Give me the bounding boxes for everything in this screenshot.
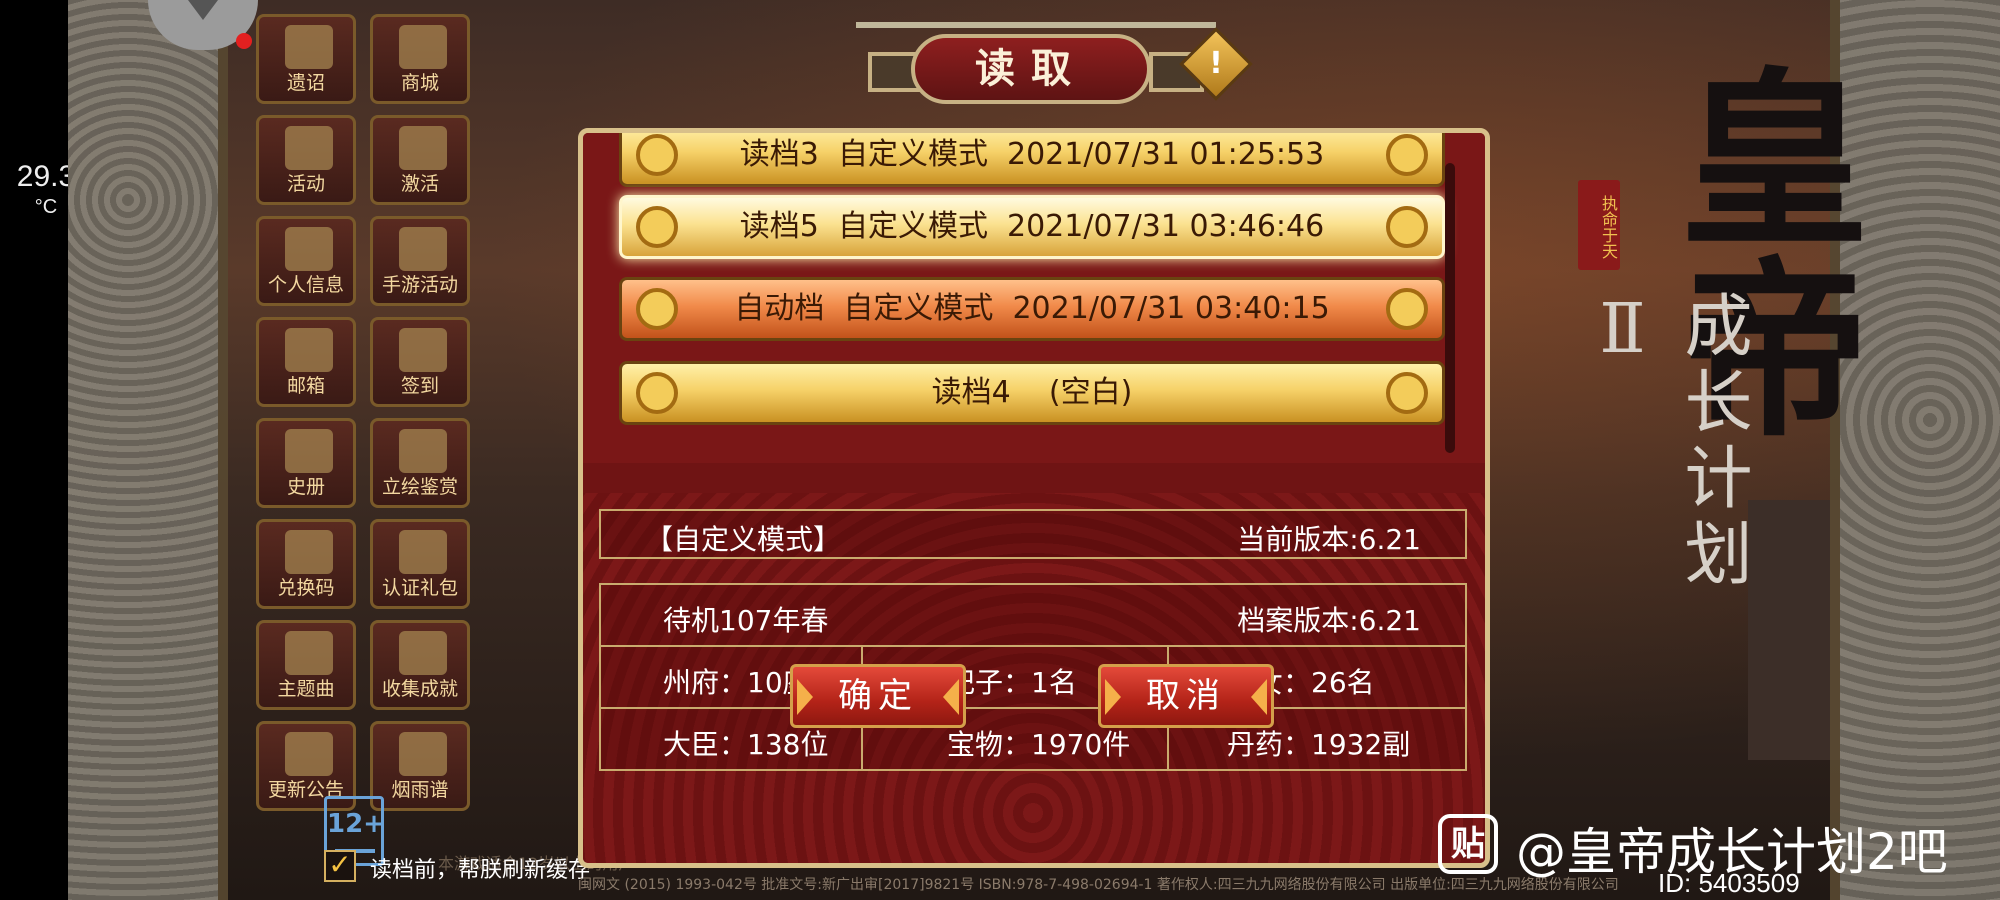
scroll-curl-icon — [636, 372, 678, 414]
menu-button-8[interactable]: 史册 — [256, 418, 356, 508]
status-strip: 29.3 °C — [0, 0, 75, 900]
save-slot-label: 读档3 自定义模式 2021/07/31 01:25:53 — [739, 137, 1325, 172]
logo-seal: 执命于天 — [1578, 180, 1620, 270]
menu-button-9[interactable]: 立绘鉴赏 — [370, 418, 470, 508]
update-icon — [285, 732, 333, 776]
stats-row-2: 大臣：138位 宝物：1970件 丹药：1932副 — [601, 709, 1465, 771]
save-version: 档案版本:6.21 — [1237, 604, 1421, 637]
save-info-panel: 【自定义模式】 当前版本:6.21 待机107年春 档案版本:6.21 州府：1… — [583, 493, 1485, 863]
save-mode: 【自定义模式】 — [645, 523, 842, 556]
menu-button-15[interactable]: 烟雨谱 — [370, 721, 470, 811]
stat-consorts: 妃子：1名 — [947, 666, 1077, 699]
scroll-curl-icon — [1386, 134, 1428, 176]
save-slot-list[interactable]: 读档3 自定义模式 2021/07/31 01:25:53 读档5 自定义模式 2… — [583, 133, 1485, 463]
palace-icon — [399, 25, 447, 69]
left-dragon-panel — [68, 0, 228, 900]
menu-button-10[interactable]: 兑换码 — [256, 519, 356, 609]
menu-button-1[interactable]: 商城 — [370, 14, 470, 104]
save-slot-label: 读档4 (空白) — [931, 375, 1133, 410]
stats-row-1: 州府：10座 妃子：1名 子女：26名 — [601, 647, 1465, 709]
scroll-curl-icon — [1386, 288, 1428, 330]
music-icon — [285, 631, 333, 675]
confirm-button[interactable]: 确定 — [790, 664, 966, 728]
menu-button-11[interactable]: 认证礼包 — [370, 519, 470, 609]
tieba-logo-icon: 贴 — [1438, 814, 1498, 874]
title-bar-line — [856, 22, 1216, 28]
stat-treasures: 宝物：1970件 — [947, 728, 1131, 761]
save-slot-label: 自动档 自定义模式 2021/07/31 03:40:15 — [734, 291, 1330, 326]
temperature-value: 29.3 — [16, 160, 76, 193]
warning-glyph: ! — [1209, 46, 1223, 81]
achievement-icon — [399, 631, 447, 675]
current-version: 当前版本:6.21 — [1237, 523, 1421, 556]
save-list-scrollbar[interactable] — [1445, 163, 1455, 453]
signin-icon — [399, 328, 447, 372]
menu-button-7[interactable]: 签到 — [370, 317, 470, 407]
scroll-curl-icon — [636, 288, 678, 330]
save-slot[interactable]: 自动档 自定义模式 2021/07/31 03:40:15 — [619, 277, 1445, 341]
save-slot[interactable]: 读档3 自定义模式 2021/07/31 01:25:53 — [619, 133, 1445, 187]
menu-button-label: 签到 — [400, 375, 439, 397]
menu-button-label: 认证礼包 — [381, 577, 458, 599]
menu-button-label: 个人信息 — [267, 274, 344, 296]
menu-button-12[interactable]: 主题曲 — [256, 620, 356, 710]
menu-button-5[interactable]: 手游活动 — [370, 216, 470, 306]
stat-pills: 丹药：1932副 — [1227, 728, 1411, 761]
menu-button-label: 收集成就 — [381, 678, 458, 700]
load-dialog: 读档3 自定义模式 2021/07/31 01:25:53 读档5 自定义模式 2… — [578, 128, 1490, 868]
save-slot-label: 读档5 自定义模式 2021/07/31 03:46:46 — [739, 209, 1325, 244]
edict-icon — [285, 25, 333, 69]
scroll-curl-icon — [636, 206, 678, 248]
title-plate: 读取 — [911, 34, 1151, 104]
menu-button-label: 邮箱 — [286, 375, 325, 397]
refresh-cache-label[interactable]: 读档前，帮朕刷新缓存 — [370, 852, 590, 884]
notification-dot — [236, 33, 252, 49]
stats-row-date: 待机107年春 档案版本:6.21 — [601, 585, 1465, 647]
menu-button-label: 立绘鉴赏 — [381, 476, 458, 498]
scroll-curl-icon — [1386, 372, 1428, 414]
menu-button-label: 激活 — [400, 173, 439, 195]
legal-footer: 闽网文 (2015) 1993-042号 批准文号:新广出审[2017]9821… — [578, 877, 1619, 893]
game-logo: 执命于天 皇帝 成长计划Ⅱ — [1578, 60, 1870, 680]
menu-button-label: 遗诏 — [286, 72, 325, 94]
certificate-icon — [399, 530, 447, 574]
menu-button-label: 手游活动 — [381, 274, 458, 296]
code-icon — [285, 530, 333, 574]
profile-icon — [285, 227, 333, 271]
save-slot[interactable]: 读档4 (空白) — [619, 361, 1445, 425]
phone-icon — [399, 227, 447, 271]
menu-button-label: 兑换码 — [277, 577, 335, 599]
menu-button-label: 活动 — [286, 173, 325, 195]
refresh-cache-checkbox[interactable]: ✓ — [324, 850, 356, 882]
chevron-down-icon — [188, 0, 218, 20]
menu-button-label: 烟雨谱 — [391, 779, 449, 801]
menu-button-label: 商城 — [400, 72, 439, 94]
scroll-curl-icon — [1386, 206, 1428, 248]
save-slot[interactable]: 读档5 自定义模式 2021/07/31 03:46:46 — [619, 195, 1445, 259]
book-icon — [285, 429, 333, 473]
menu-button-label: 主题曲 — [277, 678, 335, 700]
menu-button-label: 史册 — [286, 476, 325, 498]
menu-button-2[interactable]: 活动 — [256, 115, 356, 205]
portrait-icon — [399, 429, 447, 473]
watermark-id: ID: 5403509 — [1658, 868, 1800, 898]
cancel-button[interactable]: 取消 — [1098, 664, 1274, 728]
menu-button-6[interactable]: 邮箱 — [256, 317, 356, 407]
stat-prefectures: 州府：10座 — [663, 666, 811, 699]
scroll-icon — [399, 732, 447, 776]
stat-ministers: 大臣：138位 — [663, 728, 829, 761]
save-stats-table: 待机107年春 档案版本:6.21 州府：10座 妃子：1名 子女：26名 大臣… — [599, 583, 1467, 771]
save-date: 待机107年春 — [663, 604, 829, 637]
menu-button-3[interactable]: 激活 — [370, 115, 470, 205]
menu-button-13[interactable]: 收集成就 — [370, 620, 470, 710]
scroll-curl-icon — [636, 134, 678, 176]
mail-icon — [285, 328, 333, 372]
menu-button-0[interactable]: 遗诏 — [256, 14, 356, 104]
drum-icon — [285, 126, 333, 170]
key-icon — [399, 126, 447, 170]
dialog-title: 读取 — [856, 22, 1216, 104]
logo-subtitle: 成长计划Ⅱ — [1583, 290, 1751, 594]
save-info-header: 【自定义模式】 当前版本:6.21 — [599, 509, 1467, 559]
menu-button-4[interactable]: 个人信息 — [256, 216, 356, 306]
